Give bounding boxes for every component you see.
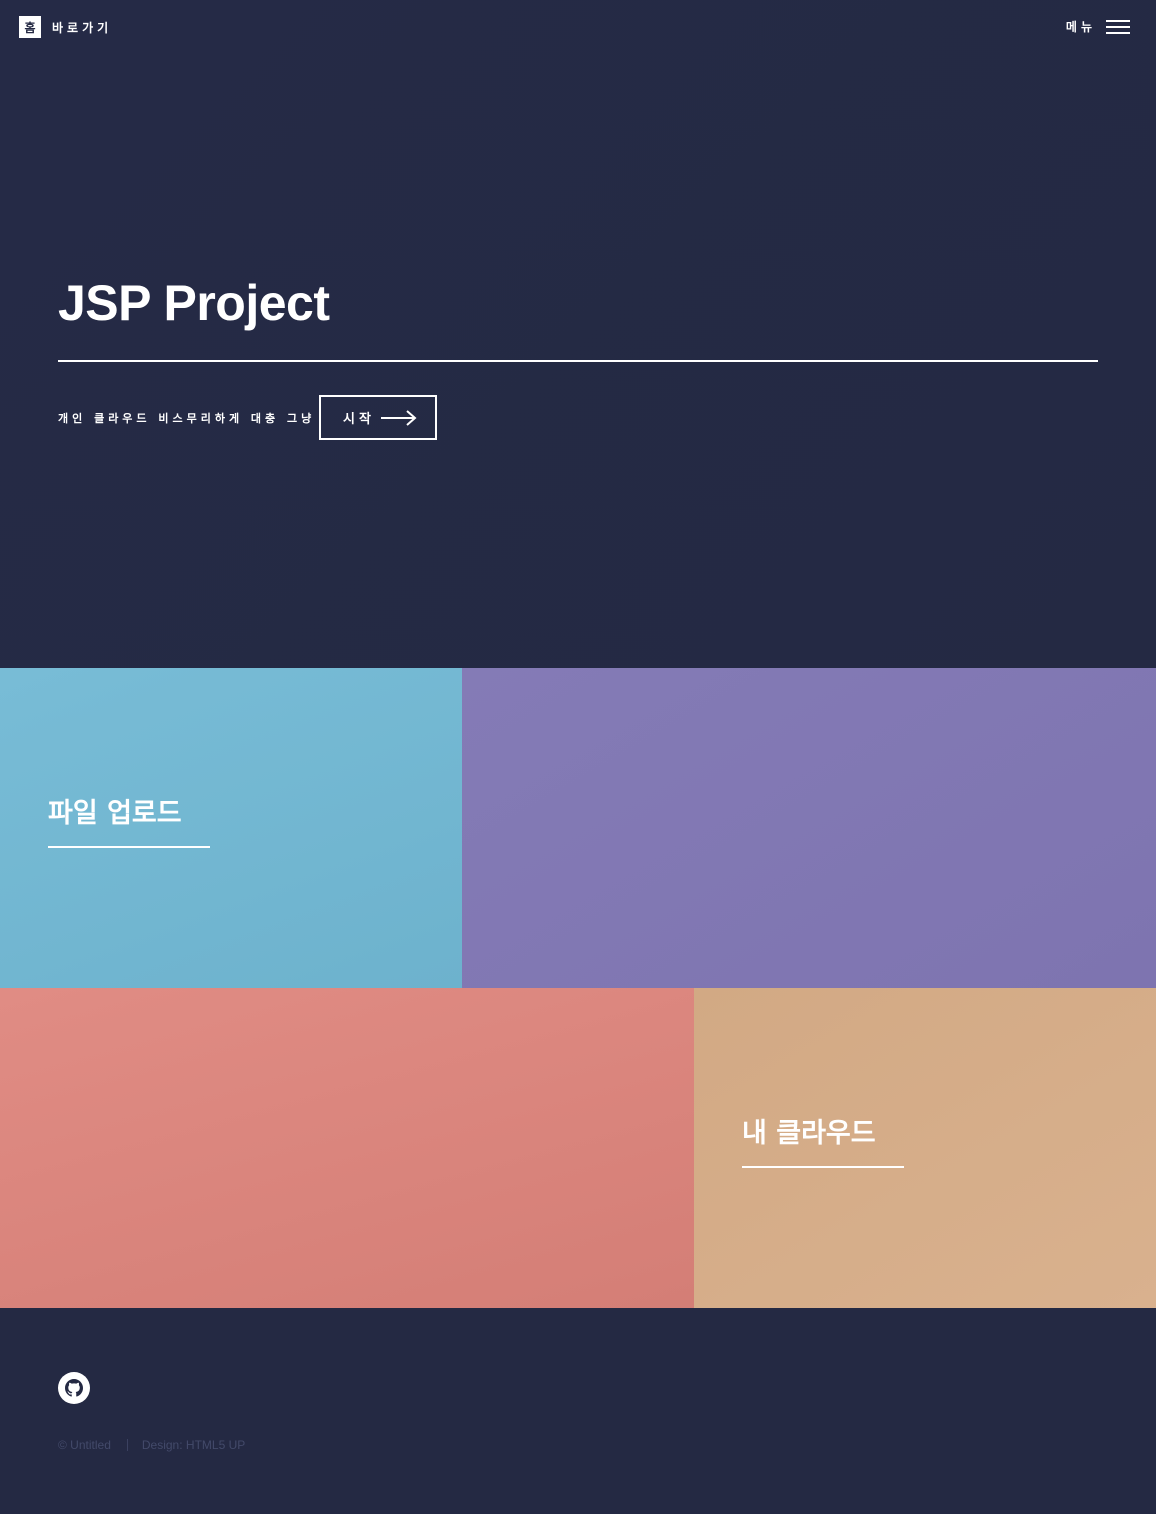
tile-purple[interactable] xyxy=(462,668,1156,988)
copyright-text: © Untitled xyxy=(58,1438,111,1452)
start-button[interactable]: 시작 xyxy=(319,395,437,440)
banner-title: JSP Project xyxy=(58,275,330,331)
tile-title-file-upload: 파일 업로드 xyxy=(48,798,182,829)
tile-divider xyxy=(48,846,210,848)
tile-title-my-cloud: 내 클라우드 xyxy=(742,1118,876,1149)
banner-divider xyxy=(58,360,1098,362)
tile-file-upload[interactable]: 파일 업로드 xyxy=(0,668,462,988)
tile-my-cloud[interactable]: 내 클라우드 xyxy=(694,988,1156,1308)
menu-button[interactable]: 메뉴 xyxy=(1066,18,1130,35)
logo-mark: 홈 xyxy=(19,16,41,38)
footer: © Untitled Design: HTML5 UP xyxy=(0,1308,1156,1514)
hamburger-icon xyxy=(1106,19,1130,34)
github-link[interactable] xyxy=(58,1372,90,1404)
banner: JSP Project 개인 클라우드 비스무리하게 대충 그냥 시작 xyxy=(0,0,1156,668)
menu-label: 메뉴 xyxy=(1065,20,1096,34)
home-logo-link[interactable]: 홈 바로가기 xyxy=(19,16,112,38)
copyright: © Untitled Design: HTML5 UP xyxy=(58,1438,245,1452)
tile-red[interactable] xyxy=(0,988,694,1308)
divider xyxy=(126,1439,128,1451)
design-credit-link[interactable]: Design: HTML5 UP xyxy=(142,1438,245,1452)
logo-text: 바로가기 xyxy=(52,20,113,35)
tile-divider xyxy=(742,1166,904,1168)
arrow-right-icon xyxy=(380,409,417,426)
start-button-label: 시작 xyxy=(343,412,375,427)
header: 홈 바로가기 메뉴 xyxy=(0,0,1156,54)
github-icon xyxy=(65,1379,83,1397)
banner-subtitle: 개인 클라우드 비스무리하게 대충 그냥 xyxy=(58,412,316,425)
